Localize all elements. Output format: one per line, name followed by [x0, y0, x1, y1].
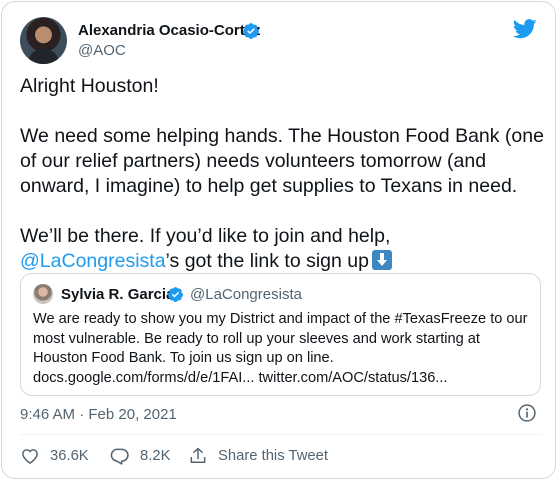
tweet-text: Alright Houston! We need some helping ha… — [20, 74, 545, 274]
tweet-paragraph: We’ll be there. If you’d like to join an… — [20, 224, 545, 274]
tweet-text-fragment: ’s got the link to sign up — [165, 250, 369, 272]
tweet-text-fragment: We’ll be there. If you’d like to join an… — [20, 225, 391, 247]
quoted-author-avatar — [33, 284, 53, 304]
share-label: Share this Tweet — [218, 448, 328, 464]
verified-badge-icon — [243, 23, 259, 39]
tweet-card: Alexandria Ocasio-Cortez @AOC Alright Ho… — [1, 1, 556, 479]
share-button[interactable]: Share this Tweet — [188, 446, 328, 466]
verified-badge-icon — [168, 287, 183, 302]
quoted-tweet[interactable]: Sylvia R. Garcia @LaCongresista We are r… — [20, 273, 541, 396]
tweet-paragraph: Alright Houston! — [20, 75, 159, 97]
quoted-author-handle: @LaCongresista — [190, 286, 302, 303]
quoted-author-name: Sylvia R. Garcia — [61, 286, 175, 303]
reply-count: 8.2K — [140, 448, 171, 464]
reply-button[interactable]: 8.2K — [110, 446, 170, 466]
author-avatar[interactable] — [20, 17, 67, 64]
divider — [20, 434, 541, 435]
like-button[interactable]: 36.6K — [20, 446, 89, 466]
share-icon — [190, 447, 206, 463]
down-arrow-emoji-icon — [371, 250, 392, 270]
author-handle[interactable]: @AOC — [78, 42, 126, 59]
quoted-tweet-text: We are ready to show you my District and… — [33, 311, 528, 386]
tweet-timestamp[interactable]: 9:46 AM · Feb 20, 2021 — [20, 406, 177, 423]
heart-icon — [22, 449, 38, 464]
info-icon[interactable] — [517, 403, 537, 423]
twitter-bird-icon[interactable] — [513, 19, 537, 39]
mention-link[interactable]: @LaCongresista — [20, 250, 166, 272]
like-count: 36.6K — [50, 448, 89, 464]
reply-icon — [110, 448, 129, 465]
tweet-paragraph: We need some helping hands. The Houston … — [20, 125, 544, 197]
author-name[interactable]: Alexandria Ocasio-Cortez — [78, 22, 261, 39]
